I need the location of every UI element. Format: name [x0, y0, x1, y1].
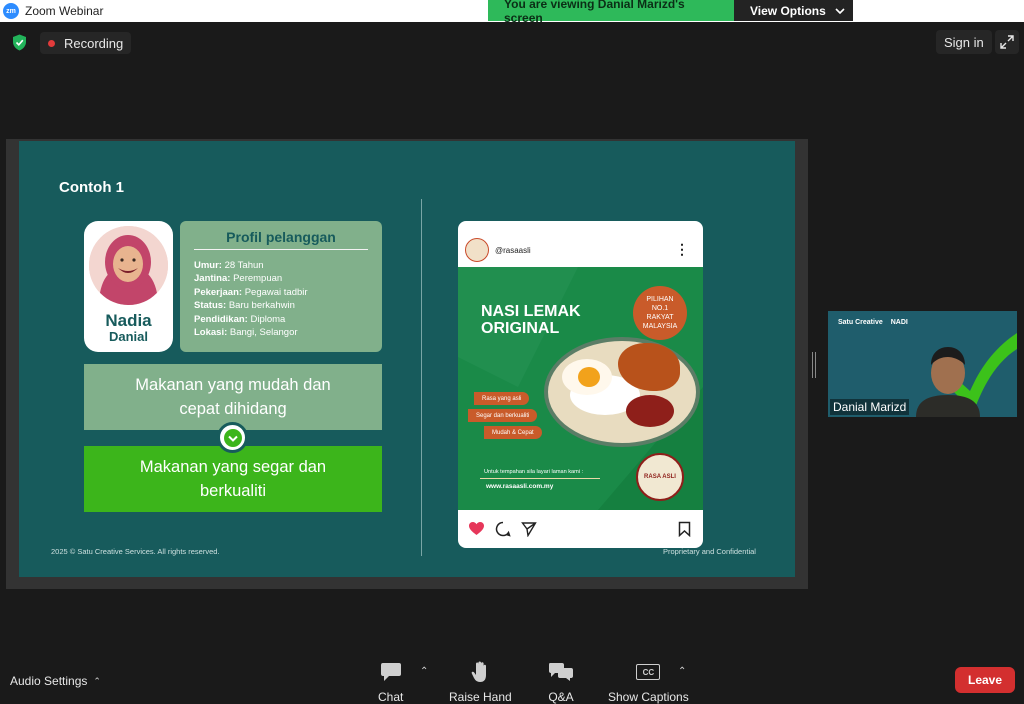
recording-label: Recording	[64, 35, 124, 51]
slide-title: Contoh 1	[59, 179, 124, 196]
post-actions	[458, 510, 703, 548]
fullscreen-icon	[1000, 35, 1014, 49]
raise-hand-label: Raise Hand	[449, 690, 512, 704]
post-header: @rasaasli ⋮	[458, 221, 703, 267]
post-tag: Rasa yang asli	[474, 392, 530, 405]
fullscreen-button[interactable]	[995, 30, 1019, 54]
before-box: Makanan yang mudah dan cepat dihidang	[84, 364, 382, 430]
bookmark-icon	[678, 521, 691, 537]
profile-box: Profil pelanggan Umur: 28 Tahun Jantina:…	[180, 221, 382, 352]
persona-last-name: Danial	[108, 329, 148, 344]
shared-slide: Contoh 1 Nadia Danial Profil pelanggan U…	[19, 141, 795, 577]
shield-check-icon[interactable]	[12, 34, 27, 51]
post-tag: Segar dan berkualiti	[468, 409, 538, 422]
slide-divider	[421, 199, 422, 556]
more-icon: ⋮	[675, 241, 689, 257]
profile-row: Lokasi: Bangi, Selangor	[194, 327, 298, 339]
view-options-label: View Options	[750, 3, 826, 18]
zoom-logo-icon: zm	[3, 3, 19, 19]
audio-settings-label: Audio Settings	[10, 674, 88, 688]
qa-button[interactable]: Q&A	[548, 660, 574, 704]
panel-splitter[interactable]	[812, 352, 816, 378]
record-dot-icon	[48, 39, 55, 47]
show-captions-button[interactable]: CC Show Captions	[608, 660, 689, 704]
raise-hand-button[interactable]: Raise Hand	[449, 660, 512, 704]
meeting-toolbar: Audio Settings ⌃ Chat ⌃ Raise Hand Q&A C…	[0, 650, 1024, 704]
brand-logo-icon	[465, 238, 489, 262]
captions-options-caret[interactable]: ⌃	[678, 666, 686, 677]
share-icon	[521, 522, 537, 537]
profile-row: Jantina: Perempuan	[194, 273, 283, 285]
transition-check	[217, 422, 248, 453]
sambal-illustration	[626, 395, 674, 427]
participant-video[interactable]: Satu Creative NADI Danial Marizd	[828, 311, 1017, 417]
window-title: Zoom Webinar	[25, 4, 104, 18]
qa-label: Q&A	[548, 690, 574, 704]
meeting-top-bar: Recording Sign in	[0, 22, 1024, 62]
sign-in-button[interactable]: Sign in	[936, 30, 992, 54]
view-options-button[interactable]: View Options	[734, 0, 853, 21]
profile-row: Umur: 28 Tahun	[194, 260, 264, 271]
chat-icon	[380, 663, 401, 681]
comment-icon	[495, 521, 511, 537]
slide-copyright: 2025 © Satu Creative Services. All right…	[51, 547, 220, 556]
recording-indicator[interactable]: Recording	[40, 32, 132, 54]
qa-icon	[549, 663, 573, 681]
post-username: @rasaasli	[495, 246, 531, 255]
captions-icon: CC	[636, 664, 661, 680]
profile-row: Pendidikan: Diploma	[194, 313, 286, 325]
audio-settings-button[interactable]: Audio Settings ⌃	[10, 674, 101, 688]
after-box: Makanan yang segar dan berkualiti	[84, 446, 382, 512]
profile-heading: Profil pelanggan	[226, 229, 336, 245]
participant-silhouette	[916, 347, 980, 417]
persona-card: Nadia Danial	[84, 221, 173, 352]
heart-icon	[469, 522, 484, 535]
chat-button[interactable]: Chat	[378, 660, 403, 704]
persona-first-name: Nadia	[105, 311, 152, 330]
instagram-post-mockup: @rasaasli ⋮ NASI LEMAK ORIGINAL PILIHAN …	[458, 221, 703, 548]
profile-row: Status: Baru berkahwin	[194, 300, 295, 312]
post-url: www.rasaasli.com.my	[486, 483, 554, 490]
viewing-text: You are viewing Danial Marizd's screen	[488, 0, 734, 25]
captions-label: Show Captions	[608, 690, 689, 704]
profile-rule	[194, 249, 368, 250]
post-badge: PILIHAN NO.1 RAKYAT MALAYSIA	[633, 286, 687, 340]
hand-icon	[471, 661, 487, 682]
post-order-text: Untuk tempahan sila layari laman kami :	[484, 469, 584, 475]
chat-options-caret[interactable]: ⌃	[420, 666, 428, 677]
leave-button[interactable]: Leave	[955, 667, 1015, 693]
profile-row: Pekerjaan: Pegawai tadbir	[194, 286, 308, 298]
chevron-down-icon	[835, 7, 845, 14]
persona-avatar	[89, 226, 168, 305]
post-tag: Mudah & Cepat	[484, 426, 542, 439]
viewing-banner: You are viewing Danial Marizd's screen V…	[488, 0, 853, 25]
chat-label: Chat	[378, 690, 404, 704]
check-icon	[223, 428, 242, 447]
post-order-rule	[480, 478, 600, 479]
persona-illustration	[89, 226, 168, 305]
chevron-up-icon: ⌃	[93, 675, 101, 686]
post-image: NASI LEMAK ORIGINAL PILIHAN NO.1 RAKYAT …	[458, 267, 703, 510]
post-title: NASI LEMAK ORIGINAL	[481, 303, 581, 337]
yolk-illustration	[578, 367, 600, 387]
pip-logos: Satu Creative NADI	[838, 319, 908, 326]
slide-proprietary: Proprietary and Confidential	[663, 547, 756, 556]
post-stamp: RASA ASLI	[636, 453, 684, 501]
profile-list: Umur: 28 Tahun Jantina: Perempuan Pekerj…	[194, 259, 308, 339]
participant-name: Danial Marizd	[830, 399, 910, 415]
